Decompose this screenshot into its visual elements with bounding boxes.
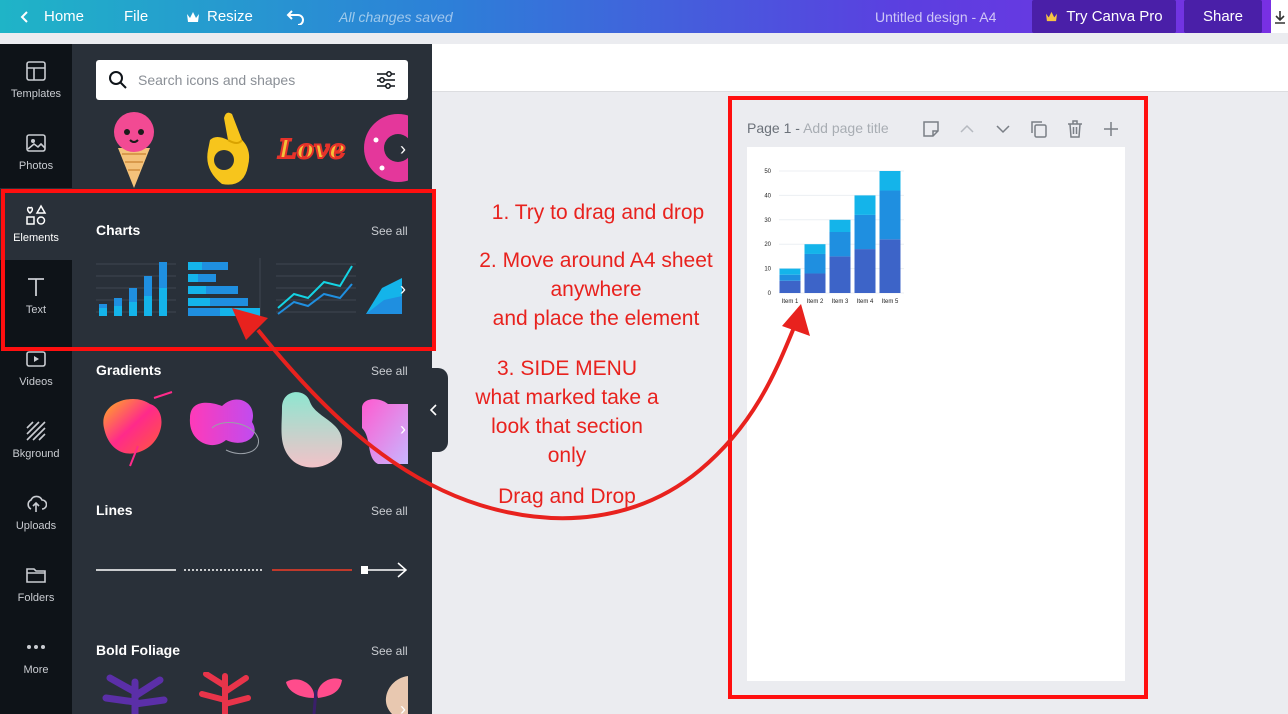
resize-label: Resize [207, 8, 253, 25]
crown-icon [1046, 11, 1058, 22]
templates-icon [26, 61, 46, 81]
gradient-thumb-2[interactable] [182, 388, 268, 468]
love-sticker-text: Love [277, 135, 345, 165]
crown-icon [187, 11, 199, 22]
gradients-title: Gradients [96, 362, 162, 378]
rail-item-more[interactable]: More [0, 620, 72, 692]
ok-hand-sticker[interactable] [198, 110, 254, 188]
ice-cream-sticker[interactable] [108, 110, 160, 188]
rail-label-photos: Photos [18, 160, 54, 172]
download-icon [1274, 10, 1285, 24]
annotation-step2-line3: and place the element [492, 307, 700, 330]
more-icon [27, 645, 45, 649]
rail-label-folders: Folders [17, 592, 55, 604]
line-thumb-arrow-start [361, 566, 368, 574]
undo-button[interactable] [286, 0, 306, 33]
try-pro-button[interactable]: Try Canva Pro [1032, 0, 1176, 33]
top-bar: Home File Resize All changes saved Untit… [0, 0, 1288, 33]
rail-label-background: Bkground [12, 448, 60, 460]
rail-label-videos: Videos [19, 376, 53, 388]
love-sticker[interactable]: Love [272, 130, 352, 170]
highlight-box-charts [1, 189, 436, 351]
gradients-next-arrow[interactable]: › [392, 414, 414, 444]
rail-item-templates[interactable]: Templates [0, 44, 72, 116]
videos-icon [26, 351, 46, 367]
resize-button[interactable]: Resize [186, 0, 253, 33]
rail-label-uploads: Uploads [15, 520, 57, 532]
editor-toolbar [432, 44, 1288, 92]
lines-title: Lines [96, 502, 133, 518]
background-icon [26, 421, 46, 441]
photos-icon [26, 134, 46, 152]
file-menu-button[interactable]: File [124, 0, 148, 33]
foliage-thumb-1[interactable] [100, 672, 170, 714]
stickers-next-arrow[interactable]: › [392, 134, 414, 164]
search-field[interactable]: Search icons and shapes [96, 60, 408, 100]
line-thumb-arrow [368, 562, 408, 578]
filter-icon[interactable] [376, 71, 396, 89]
chevron-left-icon [20, 10, 28, 23]
annotation-step2-line2: anywhere [550, 278, 642, 301]
rail-item-uploads[interactable]: Uploads [0, 476, 72, 548]
rail-item-photos[interactable]: Photos [0, 116, 72, 188]
annotation-step2-line1: 2. Move around A4 sheet [479, 249, 713, 272]
chevron-left-icon [430, 404, 437, 416]
rail-label-templates: Templates [10, 88, 62, 100]
folders-icon [26, 568, 46, 583]
annotation-step3-line2: what marked take a [475, 386, 659, 409]
home-label: Home [44, 8, 85, 25]
foliage-thumb-3[interactable] [276, 672, 352, 714]
rail-label-more: More [23, 664, 49, 676]
download-button[interactable] [1271, 0, 1288, 33]
gradient-thumb-1[interactable] [94, 388, 178, 468]
lines-row[interactable] [96, 560, 408, 580]
undo-icon [286, 9, 304, 25]
file-label: File [124, 8, 149, 25]
home-button[interactable]: Home [18, 0, 84, 33]
save-status: All changes saved [339, 8, 453, 25]
foliage-title: Bold Foliage [96, 642, 180, 658]
try-pro-label: Try Canva Pro [1066, 8, 1163, 25]
foliage-see-all[interactable]: See all [371, 644, 408, 658]
foliage-next-arrow[interactable]: › [392, 694, 414, 714]
annotation-step3-line1: 3. SIDE MENU [496, 357, 638, 380]
foliage-thumb-2[interactable] [190, 672, 260, 714]
rail-item-background[interactable]: Bkground [0, 404, 72, 476]
annotation-step3-line3: look that section [491, 415, 643, 438]
side-rail: Templates Photos Elements Text Videos Bk… [0, 44, 72, 714]
uploads-icon [27, 495, 47, 512]
annotation-step3-line4: only [547, 444, 587, 467]
share-label: Share [1202, 8, 1244, 25]
gradients-see-all[interactable]: See all [371, 364, 408, 378]
lines-see-all[interactable]: See all [371, 504, 408, 518]
highlight-box-page [728, 96, 1148, 699]
annotation-step1: 1. Try to drag and drop [491, 201, 705, 224]
share-button[interactable]: Share [1184, 0, 1262, 33]
gradient-thumb-3[interactable] [276, 388, 348, 472]
search-input[interactable]: Search icons and shapes [138, 72, 376, 88]
design-title[interactable]: Untitled design - A4 [875, 0, 996, 33]
annotation-drag-drop: Drag and Drop [498, 485, 636, 508]
elements-panel: Search icons and shapes Love › Charts Se… [72, 44, 432, 714]
search-icon [109, 71, 127, 89]
rail-item-folders[interactable]: Folders [0, 548, 72, 620]
